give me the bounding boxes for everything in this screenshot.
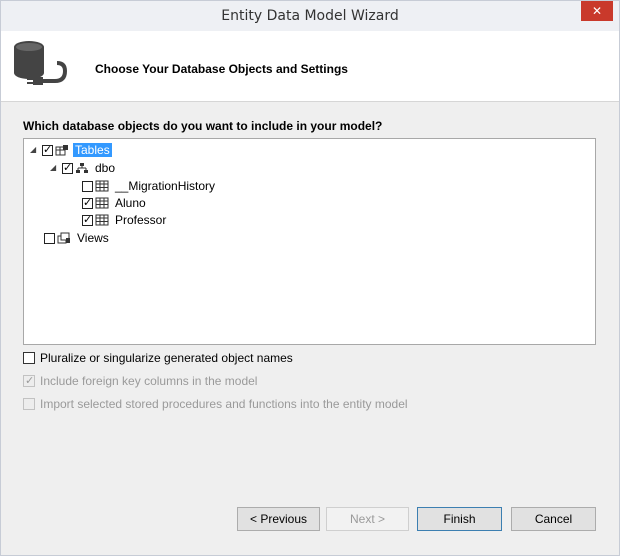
aluno-label[interactable]: Aluno [113, 196, 148, 210]
foreign-key-option: Include foreign key columns in the model [23, 374, 257, 388]
page-title: Choose Your Database Objects and Setting… [95, 62, 348, 76]
wizard-header: Choose Your Database Objects and Setting… [1, 31, 619, 102]
views-folder-icon [57, 232, 70, 244]
migrationhistory-label[interactable]: __MigrationHistory [113, 179, 217, 193]
foreign-key-checkbox [23, 374, 35, 387]
cancel-button[interactable]: Cancel [511, 507, 596, 531]
aluno-checkbox[interactable] [82, 196, 93, 209]
views-checkbox[interactable] [44, 232, 55, 244]
import-procs-option: Import selected stored procedures and fu… [23, 397, 408, 411]
table-icon [95, 214, 109, 226]
title-bar[interactable]: Entity Data Model Wizard ✕ [1, 1, 619, 31]
tables-folder-icon [55, 145, 68, 156]
expand-arrow-icon[interactable]: ◢ [50, 163, 60, 173]
wizard-window: Entity Data Model Wizard ✕ Choose Your D… [0, 0, 620, 556]
tree-node-migrationhistory[interactable]: __MigrationHistory [82, 178, 217, 194]
next-button: Next > [326, 507, 409, 531]
tree-node-views[interactable]: Views [44, 230, 111, 246]
tree-node-dbo[interactable]: ◢ dbo [50, 160, 117, 176]
foreign-key-label: Include foreign key columns in the model [40, 374, 258, 388]
professor-checkbox[interactable] [82, 213, 93, 226]
import-procs-label: Import selected stored procedures and fu… [40, 397, 408, 411]
migrationhistory-checkbox[interactable] [82, 180, 93, 192]
close-icon: ✕ [591, 4, 603, 18]
table-icon [95, 180, 109, 192]
previous-button[interactable]: < Previous [237, 507, 320, 531]
pluralize-label[interactable]: Pluralize or singularize generated objec… [40, 351, 293, 365]
table-icon [95, 197, 109, 209]
professor-label[interactable]: Professor [113, 213, 168, 227]
database-connection-icon [14, 41, 68, 85]
tables-label[interactable]: Tables [73, 143, 112, 157]
window-title: Entity Data Model Wizard [221, 8, 399, 24]
dbo-label[interactable]: dbo [93, 161, 117, 175]
finish-button[interactable]: Finish [417, 507, 502, 531]
tree-node-tables[interactable]: ◢ Tables [30, 142, 112, 158]
pluralize-option[interactable]: Pluralize or singularize generated objec… [23, 351, 293, 365]
schema-icon [76, 163, 88, 173]
tree-node-aluno[interactable]: Aluno [82, 195, 148, 211]
expand-arrow-icon[interactable]: ◢ [30, 145, 40, 155]
import-procs-checkbox [23, 398, 35, 410]
pluralize-checkbox[interactable] [23, 352, 35, 364]
database-objects-tree[interactable]: ◢ Tables ◢ dbo [23, 138, 596, 345]
views-label[interactable]: Views [75, 231, 111, 245]
close-button[interactable]: ✕ [581, 1, 613, 21]
dbo-checkbox[interactable] [62, 161, 73, 174]
tree-node-professor[interactable]: Professor [82, 212, 168, 228]
objects-question-label: Which database objects do you want to in… [23, 119, 383, 133]
tables-checkbox[interactable] [42, 143, 53, 156]
